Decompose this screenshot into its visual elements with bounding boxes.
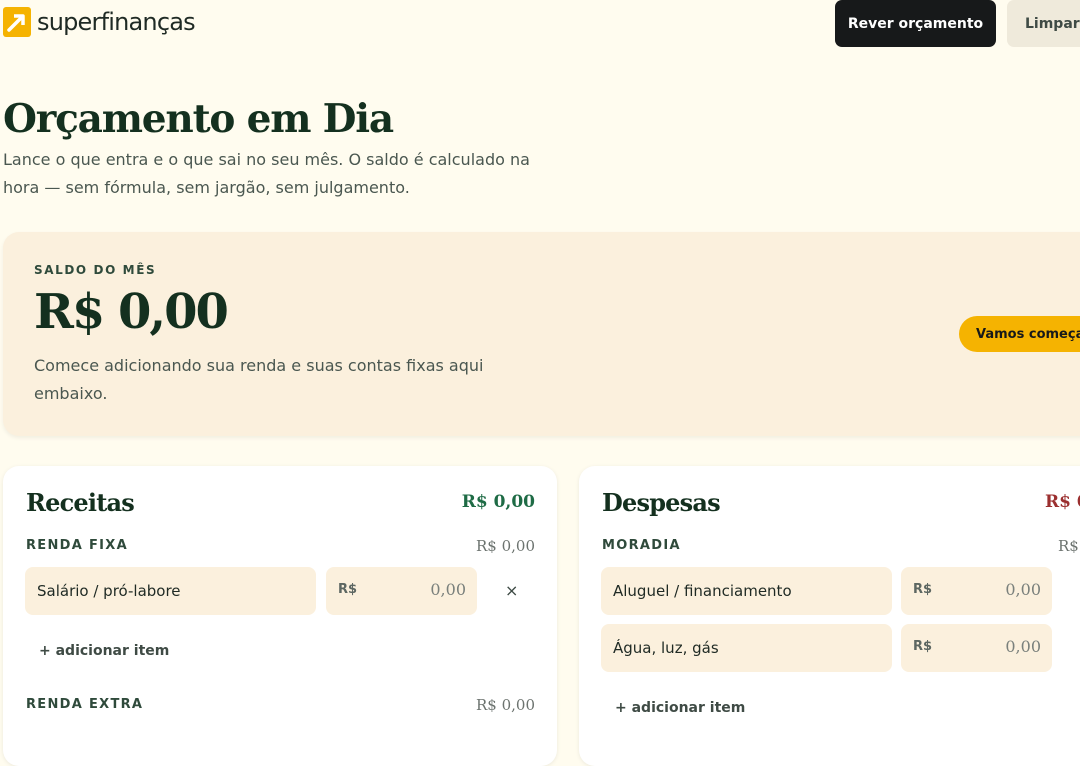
amount-value: 0,00 <box>430 580 466 599</box>
income-total: R$ 0,00 <box>461 492 535 512</box>
expenses-total: R$ 0,00 <box>1045 492 1080 512</box>
page-intro: Lance o que entra e o que sai no seu mês… <box>3 150 530 197</box>
currency-label: R$ <box>913 582 933 597</box>
item-name-input[interactable]: Salário / pró-labore <box>25 567 316 615</box>
item-amount-input[interactable]: R$ 0,00 <box>901 567 1052 615</box>
amount-value: 0,00 <box>1005 637 1041 656</box>
start-button[interactable]: Vamos começar <box>959 316 1080 352</box>
expenses-title: Despesas <box>602 488 721 517</box>
item-amount-input[interactable]: R$ 0,00 <box>326 567 477 615</box>
item-amount-input[interactable]: R$ 0,00 <box>901 624 1052 672</box>
page-title: Orçamento em Dia <box>3 96 394 142</box>
expenses-panel: Despesas R$ 0,00 MORADIA R$ 0,00 Aluguel… <box>579 466 1080 766</box>
balance-card: SALDO DO MÊS R$ 0,00 Comece adicionando … <box>3 232 1080 436</box>
section-total-renda-fixa: R$ 0,00 <box>475 537 535 555</box>
item-name-input[interactable]: Aluguel / financiamento <box>601 567 892 615</box>
arrow-up-right-icon <box>3 7 31 37</box>
currency-label: R$ <box>338 582 358 597</box>
add-item-link[interactable]: + adicionar item <box>39 643 169 659</box>
item-name-input[interactable]: Água, luz, gás <box>601 624 892 672</box>
review-budget-button[interactable]: Rever orçamento <box>835 0 996 47</box>
add-item-link[interactable]: + adicionar item <box>615 700 745 716</box>
brand-logo[interactable]: superfinanças <box>3 7 196 37</box>
section-label-moradia: MORADIA <box>602 538 681 553</box>
amount-value: 0,00 <box>1005 580 1041 599</box>
balance-value: R$ 0,00 <box>34 284 229 340</box>
currency-label: R$ <box>913 639 933 654</box>
section-total-moradia: R$ 0,00 <box>1058 537 1080 555</box>
section-label-renda-extra: RENDA EXTRA <box>26 697 144 712</box>
balance-hint: Comece adicionando sua renda e suas cont… <box>34 356 484 403</box>
remove-item-icon[interactable]: × <box>505 581 518 600</box>
clear-button[interactable]: Limpar <box>1007 0 1080 47</box>
brand-name: superfinanças <box>37 8 196 36</box>
income-panel: Receitas R$ 0,00 RENDA FIXA R$ 0,00 Salá… <box>3 466 557 766</box>
balance-label: SALDO DO MÊS <box>34 263 157 277</box>
section-total-renda-extra: R$ 0,00 <box>475 696 535 714</box>
section-label-renda-fixa: RENDA FIXA <box>26 538 128 553</box>
income-title: Receitas <box>26 488 135 517</box>
